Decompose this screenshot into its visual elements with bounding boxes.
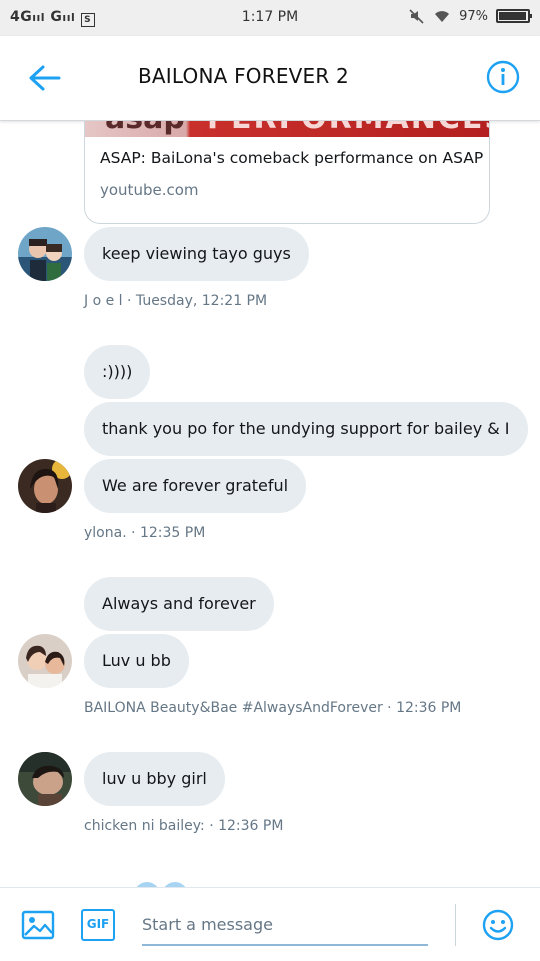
battery-percent: 97%	[459, 8, 488, 24]
avatar-image	[18, 752, 72, 806]
message-list[interactable]: asap PERFORMANCES ASAP: BaiLona's comeba…	[0, 121, 540, 887]
composer-divider	[455, 904, 456, 946]
message-bubble[interactable]: keep viewing tayo guys	[84, 227, 309, 281]
link-domain: youtube.com	[100, 181, 199, 199]
status-icons: 97%	[409, 8, 532, 24]
message-meta: ylona. · 12:35 PM	[84, 525, 206, 541]
link-title: ASAP: BaiLona's comeback performance on …	[100, 149, 484, 167]
image-icon[interactable]	[21, 908, 55, 942]
avatar-bailona[interactable]	[18, 634, 72, 688]
emoji-icon[interactable]	[481, 908, 515, 942]
conversation-header: BAILONA FOREVER 2	[0, 36, 540, 121]
thumbnail-text-performances: PERFORMANCES	[207, 121, 489, 136]
avatar-ylona[interactable]	[18, 459, 72, 513]
avatar-image	[18, 634, 72, 688]
avatar-image	[18, 459, 72, 513]
mute-icon	[409, 9, 424, 24]
message-composer: GIF	[0, 887, 540, 961]
link-thumbnail: asap PERFORMANCES	[85, 121, 489, 137]
conversation-title: BAILONA FOREVER 2	[138, 64, 349, 88]
info-icon[interactable]	[486, 60, 520, 94]
message-meta: J o e l · Tuesday, 12:21 PM	[84, 293, 268, 309]
message-bubble[interactable]: Luv u bb	[84, 634, 189, 688]
avatar-joel[interactable]	[18, 227, 72, 281]
back-arrow-icon[interactable]	[28, 64, 62, 92]
status-bar: 4Gııl Gııl S 1:17 PM 97%	[0, 0, 540, 36]
message-meta: BAILONA Beauty&Bae #AlwaysAndForever · 1…	[84, 700, 462, 716]
message-input[interactable]	[142, 904, 428, 946]
wifi-icon	[435, 11, 450, 22]
message-bubble[interactable]: We are forever grateful	[84, 459, 307, 513]
message-bubble[interactable]: :))))	[84, 345, 151, 399]
gif-icon[interactable]: GIF	[81, 909, 115, 941]
message-meta: chicken ni bailey: · 12:36 PM	[84, 818, 284, 834]
thumbnail-text-asap: asap	[105, 121, 185, 136]
message-bubble[interactable]: thank you po for the undying support for…	[84, 402, 528, 456]
message-bubble[interactable]: Always and forever	[84, 577, 274, 631]
avatar-image	[18, 227, 72, 281]
battery-icon	[496, 9, 532, 23]
avatar-chicken[interactable]	[18, 752, 72, 806]
link-preview-card[interactable]: asap PERFORMANCES ASAP: BaiLona's comeba…	[84, 121, 490, 224]
message-bubble[interactable]: luv u bby girl	[84, 752, 225, 806]
